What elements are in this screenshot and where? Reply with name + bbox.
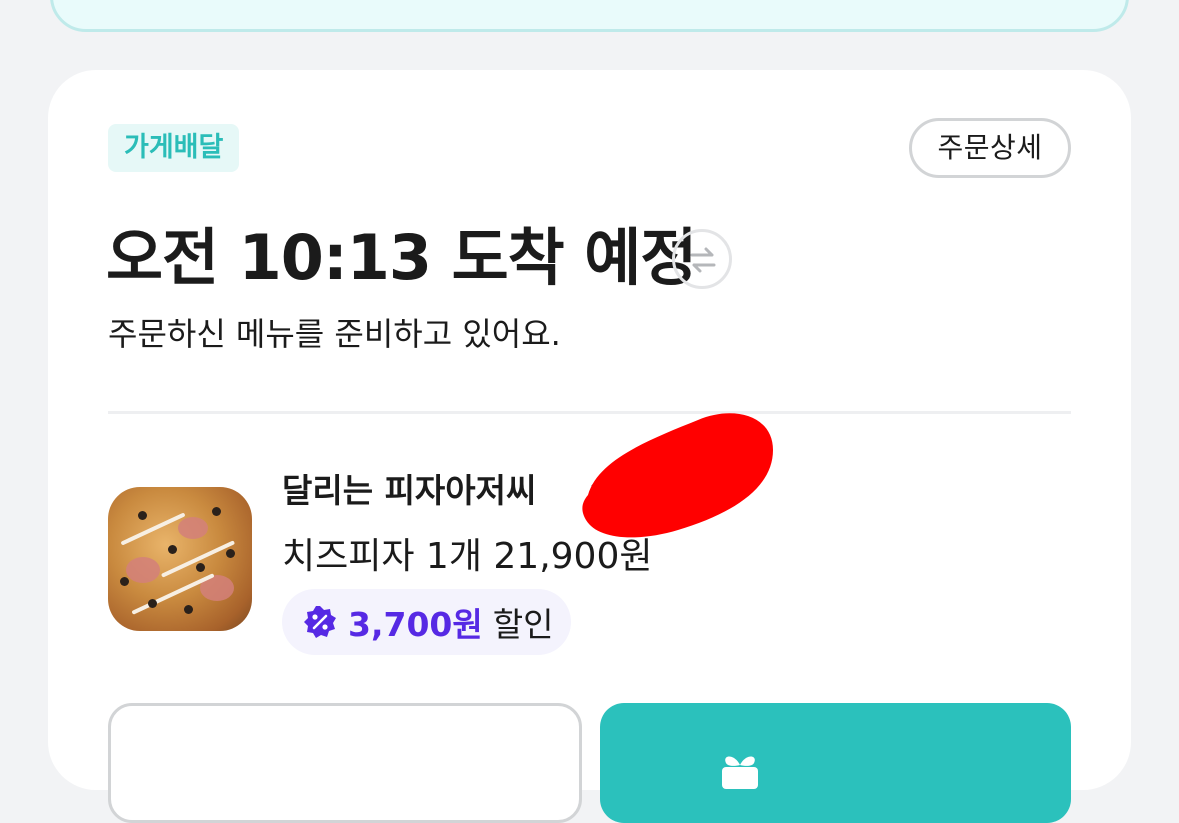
gift-icon [722, 756, 758, 789]
percent-badge-icon [304, 606, 336, 638]
discount-amount: 3,700원 [348, 605, 483, 644]
top-banner [50, 0, 1129, 32]
eta-title: 오전 10:13 도착 예정 [106, 221, 697, 294]
order-status-text: 주문하신 메뉴를 준비하고 있어요. [108, 315, 561, 353]
primary-action-button[interactable] [600, 703, 1071, 823]
swap-arrows-icon[interactable] [672, 229, 732, 289]
redaction-scribble [582, 413, 773, 538]
order-detail-button[interactable]: 주문상세 [909, 118, 1071, 178]
discount-badge: 3,700원 할인 [282, 589, 572, 655]
menu-thumbnail [108, 487, 252, 631]
secondary-action-button[interactable] [108, 703, 582, 823]
discount-label: 할인 [492, 605, 554, 644]
order-status-card: 가게배달 주문상세 오전 10:13 도착 예정 주문하신 메뉴를 준비하고 있… [48, 70, 1131, 823]
store-name[interactable]: 달리는 피자아저씨 [282, 468, 536, 514]
order-items-summary: 치즈피자 1개 21,900원 [282, 536, 653, 577]
delivery-type-tag: 가게배달 [108, 124, 240, 172]
